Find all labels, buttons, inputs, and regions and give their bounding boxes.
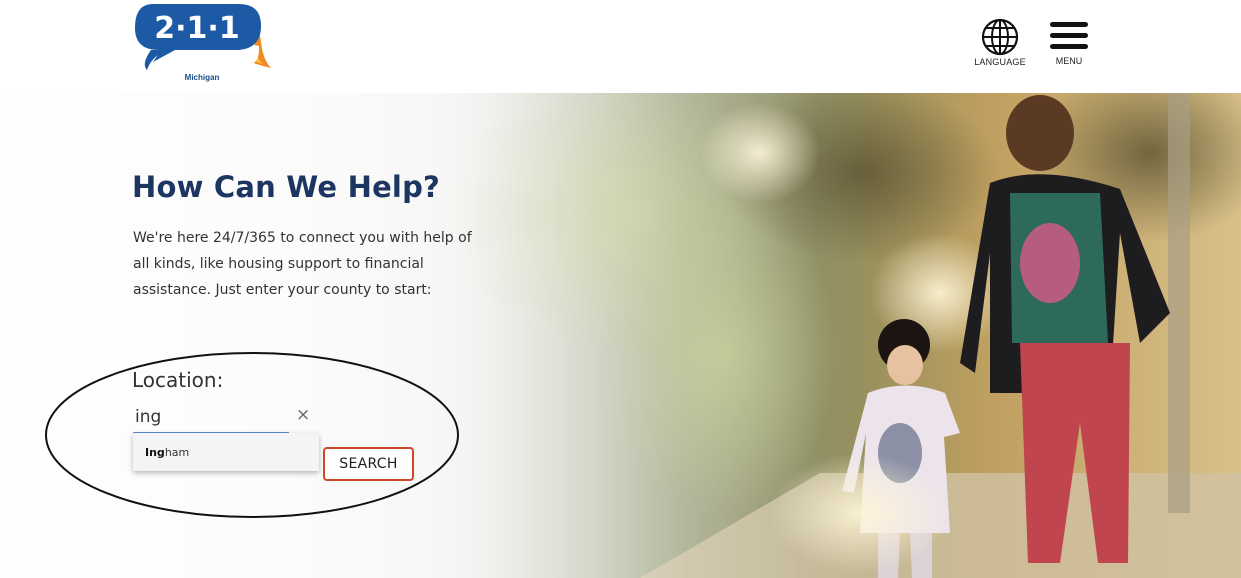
location-label: Location:	[132, 368, 224, 392]
suggestion-rest-text: ham	[164, 446, 190, 459]
site-logo[interactable]: 2·1·1 Michigan	[131, 2, 273, 92]
hero-section: How Can We Help? We're here 24/7/365 to …	[0, 93, 1241, 578]
hamburger-menu-icon	[1050, 20, 1088, 50]
logo-number: 2·1·1	[154, 11, 239, 46]
hero-description: We're here 24/7/365 to connect you with …	[133, 230, 472, 298]
suggestion-match-text: Ing	[145, 446, 165, 459]
page-title: How Can We Help?	[132, 170, 441, 204]
menu-label: MENU	[1055, 56, 1083, 66]
close-icon[interactable]: ×	[296, 405, 310, 425]
globe-icon	[981, 18, 1019, 56]
language-button[interactable]: LANGUAGE	[968, 18, 1032, 74]
autocomplete-suggestion[interactable]: Ingham	[133, 433, 319, 471]
menu-button[interactable]: MENU	[1046, 20, 1092, 72]
logo-subtitle: Michigan	[184, 73, 220, 82]
site-header: 2·1·1 Michigan LANGUAGE MENU	[0, 0, 1241, 93]
location-search-input[interactable]	[133, 402, 289, 434]
search-button[interactable]: SEARCH	[323, 447, 414, 481]
language-label: LANGUAGE	[974, 57, 1026, 67]
hero-background-photo	[0, 93, 1241, 578]
